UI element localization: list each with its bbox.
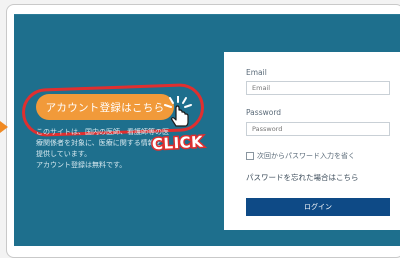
description-line: アカウント登録は無料です。 [36,161,127,169]
remember-checkbox[interactable] [246,152,254,160]
login-card: Email Password 次回からパスワード入力を省く パスワードを忘れた場… [224,52,400,230]
remember-label: 次回からパスワード入力を省く [257,152,355,160]
login-button[interactable]: ログイン [246,198,390,216]
password-label: Password [246,108,282,117]
email-label: Email [246,68,267,77]
remember-me[interactable]: 次回からパスワード入力を省く [246,151,355,161]
hand-pointer-icon [164,95,196,134]
click-burst-icon [164,95,192,108]
email-field[interactable] [246,81,390,95]
password-field[interactable] [246,122,390,136]
registration-panel: アカウント登録はこちら このサイトは、国内の医師、看護師等の医 療関係者を対象に… [14,14,400,246]
arrow-right-icon [0,121,8,133]
panel-top-divider [14,14,400,15]
click-callout: CLICK [150,131,205,155]
forgot-password-link[interactable]: パスワードを忘れた場合はこちら [246,172,359,183]
